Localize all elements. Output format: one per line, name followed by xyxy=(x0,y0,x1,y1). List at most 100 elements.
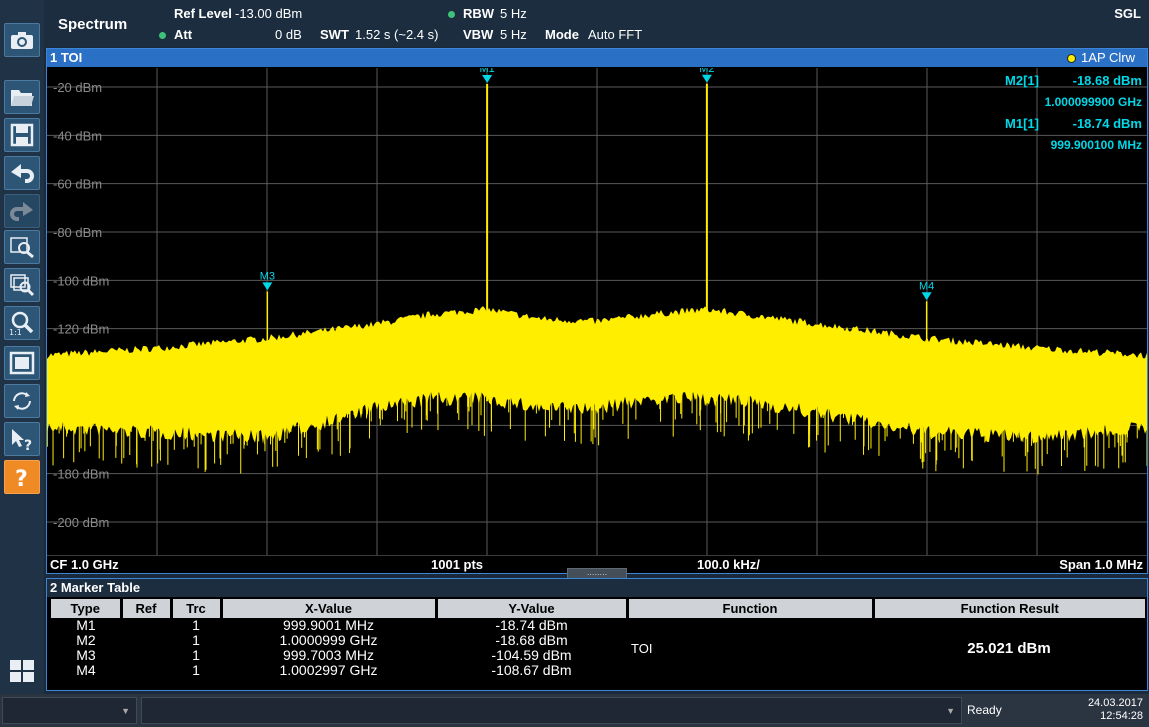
col-function: Function xyxy=(627,599,875,618)
marker-info-panel: M2[1] -18.68 dBm 1.000099900 GHz M1[1] -18.7… xyxy=(1005,73,1142,152)
att-value[interactable]: 0 dB xyxy=(275,27,302,42)
status-dropdown-left[interactable]: ▼ xyxy=(2,697,137,724)
marker-trace: 1 xyxy=(192,662,200,678)
marker-table: Type Ref Trc X-Value Y-Value Function Fu… xyxy=(51,599,1145,678)
multi-zoom-icon[interactable] xyxy=(4,268,40,302)
redo-icon[interactable] xyxy=(4,194,40,228)
marker-y-value: -104.59 dBm xyxy=(491,647,572,663)
marker-ref xyxy=(121,648,171,663)
att-status-dot xyxy=(159,32,166,39)
y-axis-labels: -20 dBm -40 dBm -60 dBm -80 dBm -100 dBm -120… xyxy=(53,80,109,530)
marker-label: M4 xyxy=(919,280,934,292)
marker-ref xyxy=(121,618,171,633)
frequency-per-division: 100.0 kHz/ xyxy=(697,557,760,572)
marker-y-value: -18.74 dBm xyxy=(495,617,568,633)
marker-triangle xyxy=(262,282,273,291)
y-tick-label: -40 dBm xyxy=(53,128,102,143)
rbw-value[interactable]: 5 Hz xyxy=(500,6,527,21)
plot-grid xyxy=(47,68,1147,555)
ref-level-value[interactable]: -13.00 dBm xyxy=(235,6,302,21)
marker-info-value: -18.68 dBm xyxy=(1073,73,1142,88)
col-x-value: X-Value xyxy=(221,599,438,618)
col-type: Type xyxy=(51,599,123,618)
swt-value[interactable]: 1.52 s (~2.4 s) xyxy=(355,27,438,42)
att-label[interactable]: Att xyxy=(174,27,192,42)
fft-mode-label[interactable]: Mode xyxy=(545,27,579,42)
sweep-icon[interactable] xyxy=(4,384,40,418)
frequency-span[interactable]: Span 1.0 MHz xyxy=(1059,556,1143,574)
vbw-value[interactable]: 5 Hz xyxy=(500,27,527,42)
vbw-label[interactable]: VBW xyxy=(463,27,493,42)
marker-table-header: Type Ref Trc X-Value Y-Value Function Fu… xyxy=(51,599,1145,618)
marker-x-value: 1.0002997 GHz xyxy=(279,662,378,678)
trace-color-dot xyxy=(1067,53,1077,63)
y-tick-label: -180 dBm xyxy=(53,467,109,482)
trace-label-text: 1AP Clrw xyxy=(1081,50,1135,65)
chevron-down-icon: ▼ xyxy=(121,706,130,716)
status-message-field[interactable]: ▼ xyxy=(141,697,962,724)
diagram-title: 1 TOI xyxy=(50,50,83,65)
marker-x-value: 999.9001 MHz xyxy=(282,617,375,633)
trace-label[interactable]: 1AP Clrw xyxy=(1067,49,1135,67)
channel-header: Spectrum Ref Level -13.00 dBm Att 0 dB S… xyxy=(44,0,1149,47)
spectrum-diagram[interactable]: 1 TOI 1AP Clrw -20 dBm -40 dBm -60 dBm -80 … xyxy=(46,48,1148,574)
windows-icon[interactable] xyxy=(4,654,40,688)
marker-ref xyxy=(121,633,171,648)
rbw-label[interactable]: RBW xyxy=(463,6,494,21)
marker-triangle xyxy=(701,74,712,83)
save-icon[interactable] xyxy=(4,118,40,152)
marker-trace: 1 xyxy=(192,632,200,648)
col-ref: Ref xyxy=(121,599,173,618)
col-function-result: Function Result xyxy=(873,599,1145,618)
marker-table-title: 2 Marker Table xyxy=(47,579,1147,597)
help-pointer-icon[interactable]: ? xyxy=(4,422,40,456)
y-tick-label: -60 dBm xyxy=(53,177,102,192)
marker-info-label: M2[1] xyxy=(1005,73,1039,88)
ref-level-label[interactable]: Ref Level xyxy=(174,6,232,21)
help-icon[interactable]: ? xyxy=(4,460,40,494)
full-screen-icon[interactable] xyxy=(4,346,40,380)
table-row[interactable]: M1 1 999.9001 MHz -18.74 dBm TOI 25.021 … xyxy=(51,617,1145,656)
diagram-title-bar[interactable]: 1 TOI 1AP Clrw xyxy=(47,49,1147,67)
marker-info-frequency: 999.900100 MHz xyxy=(1051,138,1142,152)
spectrum-plot[interactable]: -20 dBm -40 dBm -60 dBm -80 dBm -100 dBm -120… xyxy=(47,68,1147,555)
fft-mode-value[interactable]: Auto FFT xyxy=(588,27,642,42)
marker-table-window[interactable]: 2 Marker Table Type Ref Trc X-Value Y-Va… xyxy=(46,578,1148,691)
instrument-status: Ready xyxy=(967,703,1002,717)
sweep-mode-indicator[interactable]: SGL xyxy=(1114,6,1141,21)
status-date: 24.03.2017 xyxy=(1087,697,1143,709)
status-bar: ▼ ▼ Ready 24.03.2017 12:54:28 xyxy=(0,694,1149,727)
svg-text:?: ? xyxy=(15,467,28,490)
status-time: 12:54:28 xyxy=(1100,710,1143,722)
marker-triangle xyxy=(482,74,493,83)
zoom-1-1-icon[interactable]: 1:1 xyxy=(4,306,40,340)
marker-x-value: 1.0000999 GHz xyxy=(279,632,378,648)
zoom-icon[interactable] xyxy=(4,230,40,264)
camera-icon[interactable] xyxy=(4,23,40,57)
open-folder-icon[interactable] xyxy=(4,80,40,114)
marker-info-value: -18.74 dBm xyxy=(1073,116,1142,131)
rbw-status-dot xyxy=(448,11,455,18)
sweep-points[interactable]: 1001 pts xyxy=(431,556,483,574)
center-frequency[interactable]: CF 1.0 GHz xyxy=(50,556,119,574)
marker-triangle xyxy=(921,292,932,301)
mode-label[interactable]: Spectrum xyxy=(58,16,127,33)
left-toolbar: 1:1 ? ? xyxy=(0,0,44,694)
marker-info-label: M1[1] xyxy=(1005,116,1039,131)
marker-label: M2 xyxy=(699,68,714,75)
date-time: 24.03.2017 12:54:28 xyxy=(1088,697,1143,723)
y-tick-label: -200 dBm xyxy=(53,515,109,530)
marker-type: M1 xyxy=(76,617,96,633)
marker-x-value: 999.7003 MHz xyxy=(282,647,375,663)
marker-type: M3 xyxy=(76,647,96,663)
svg-text:?: ? xyxy=(24,438,32,452)
marker-label: M3 xyxy=(260,270,275,282)
col-trc: Trc xyxy=(171,599,223,618)
y-tick-label: -80 dBm xyxy=(53,225,102,240)
marker-trace: 1 xyxy=(192,647,200,663)
marker-y-value: -108.67 dBm xyxy=(491,662,572,678)
marker-y-value: -18.68 dBm xyxy=(495,632,568,648)
undo-icon[interactable] xyxy=(4,156,40,190)
function-result: 25.021 dBm xyxy=(967,639,1051,657)
swt-label[interactable]: SWT xyxy=(320,27,349,42)
